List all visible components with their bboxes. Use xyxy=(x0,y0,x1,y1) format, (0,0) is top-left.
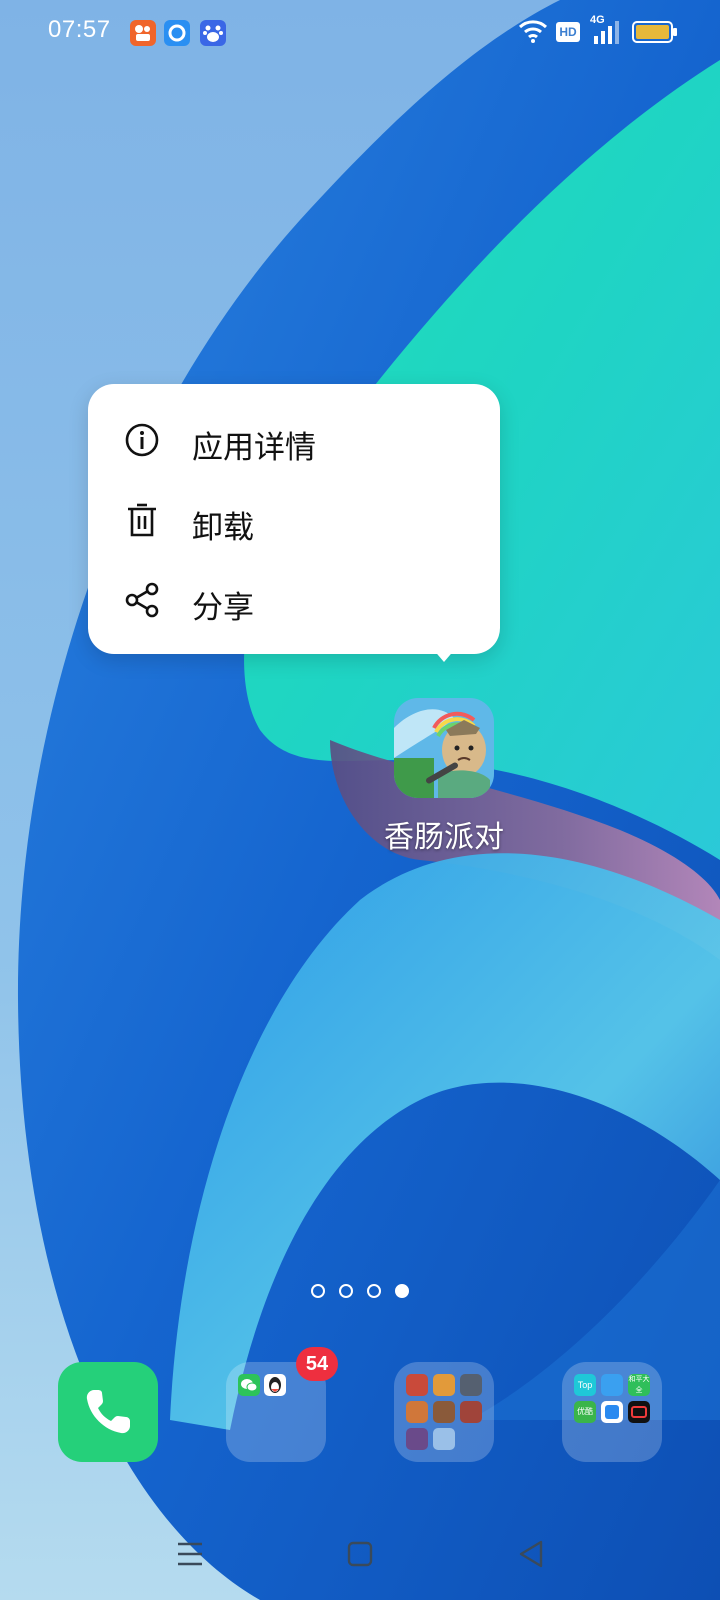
phone-app[interactable] xyxy=(58,1362,158,1462)
menu-item-label: 应用详情 xyxy=(192,430,316,466)
kuaishou-icon xyxy=(130,20,156,46)
battery-icon xyxy=(632,20,678,48)
browser-icon xyxy=(164,20,190,46)
app-context-menu: 应用详情 卸载 分享 xyxy=(88,384,500,654)
signal-4g-icon: 4G xyxy=(590,14,624,46)
top-app-icon: Top xyxy=(574,1374,596,1396)
baidu-icon xyxy=(200,20,226,46)
game-icon xyxy=(460,1401,482,1423)
game-icon xyxy=(406,1374,428,1396)
wallpaper xyxy=(0,0,720,1600)
youku-app-icon: 优酷 xyxy=(574,1401,596,1423)
game-icon xyxy=(460,1374,482,1396)
game-icon xyxy=(433,1374,455,1396)
games-folder[interactable] xyxy=(394,1362,494,1462)
game-icon xyxy=(406,1401,428,1423)
menu-item-label: 卸载 xyxy=(192,510,254,546)
qq-icon xyxy=(264,1374,286,1396)
game-icon xyxy=(433,1428,455,1450)
phone-icon xyxy=(80,1384,136,1444)
tools-folder[interactable]: Top 和平大全 优酷 xyxy=(562,1362,662,1462)
menu-item-label: 分享 xyxy=(192,590,254,626)
page-dot[interactable] xyxy=(367,1284,381,1298)
heping-app-icon: 和平大全 xyxy=(628,1374,650,1396)
blue-square-app-icon xyxy=(601,1401,623,1423)
info-icon xyxy=(124,422,160,458)
video-app-icon xyxy=(628,1401,650,1423)
menu-item-share[interactable]: 分享 xyxy=(88,564,500,636)
share-icon xyxy=(124,582,160,618)
toolbox-app-icon xyxy=(601,1374,623,1396)
status-time: 07:57 xyxy=(48,16,111,43)
page-dot-active[interactable] xyxy=(395,1284,409,1298)
context-menu-pointer xyxy=(432,648,456,662)
home-icon[interactable] xyxy=(342,1536,378,1572)
notification-badge: 54 xyxy=(296,1347,338,1381)
game-icon xyxy=(406,1428,428,1450)
wallpaper-art xyxy=(0,0,720,1600)
trash-icon xyxy=(124,502,160,538)
page-dot[interactable] xyxy=(311,1284,325,1298)
wechat-icon xyxy=(238,1374,260,1396)
menu-item-app-info[interactable]: 应用详情 xyxy=(88,404,500,476)
page-dot[interactable] xyxy=(339,1284,353,1298)
game-icon xyxy=(433,1401,455,1423)
hd-icon: HD xyxy=(556,22,580,42)
back-icon[interactable] xyxy=(514,1536,550,1572)
sausage-party-app-icon[interactable] xyxy=(394,698,494,798)
menu-item-uninstall[interactable]: 卸载 xyxy=(88,484,500,556)
status-bar: 07:57 HD 4G xyxy=(0,0,720,64)
recent-apps-menu-icon[interactable] xyxy=(172,1536,208,1572)
wifi-icon xyxy=(518,18,548,48)
app-label: 香肠派对 xyxy=(384,820,504,855)
